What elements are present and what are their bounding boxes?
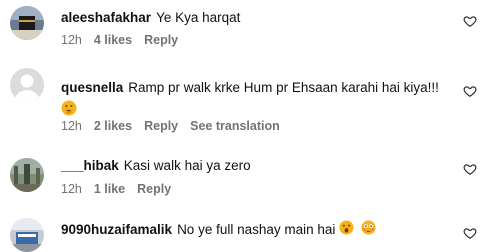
- heart-outline-icon[interactable]: [463, 226, 477, 240]
- comment-meta: 12h 4 likes Reply: [61, 32, 190, 48]
- comment-likes[interactable]: 1 like: [94, 182, 125, 196]
- comment-item: aleeshafakhar Ye Kya harqat 12h 4 likes Rep…: [0, 0, 485, 60]
- astonished-face-icon: [339, 220, 354, 241]
- comment-text: Kasi walk hai ya zero: [123, 158, 251, 173]
- comment-line: quesnella Ramp pr walk krke Hum pr Ehsaan…: [61, 78, 445, 122]
- reply-button[interactable]: Reply: [144, 119, 178, 133]
- comment-time[interactable]: 12h: [61, 119, 82, 133]
- reply-button[interactable]: Reply: [144, 33, 178, 47]
- heart-outline-icon[interactable]: [463, 14, 477, 28]
- comment-line: 9090huzaifamalik No ye full nashay main h…: [61, 220, 445, 241]
- comment-meta: 12h 1 like Reply: [61, 181, 183, 197]
- flushed-face-icon: [361, 220, 376, 241]
- comment-username[interactable]: ___hibak: [61, 158, 119, 173]
- comment-username[interactable]: aleeshafakhar: [61, 10, 151, 25]
- comment-username[interactable]: 9090huzaifamalik: [61, 222, 172, 237]
- comment-item: quesnella Ramp pr walk krke Hum pr Ehsaan…: [0, 60, 485, 140]
- avatar[interactable]: [10, 68, 44, 102]
- see-translation-button[interactable]: See translation: [190, 119, 280, 133]
- comment-time[interactable]: 12h: [61, 182, 82, 196]
- comment-text: Ye Kya harqat: [156, 10, 241, 25]
- comment-item: ___hibak Kasi walk hai ya zero 12h 1 like R…: [0, 140, 485, 206]
- comment-item: 9090huzaifamalik No ye full nashay main h…: [0, 206, 485, 252]
- comment-likes[interactable]: 4 likes: [94, 33, 132, 47]
- avatar[interactable]: [10, 218, 44, 252]
- reply-button[interactable]: Reply: [137, 182, 171, 196]
- comment-meta: 12h 2 likes Reply See translation: [61, 118, 292, 134]
- comment-line: aleeshafakhar Ye Kya harqat: [61, 8, 445, 28]
- comment-text: Ramp pr walk krke Hum pr Ehsaan karahi h…: [128, 80, 439, 95]
- comment-text: No ye full nashay main hai: [177, 222, 336, 238]
- comment-likes[interactable]: 2 likes: [94, 119, 132, 133]
- comment-username[interactable]: quesnella: [61, 80, 123, 95]
- comment-time[interactable]: 12h: [61, 33, 82, 47]
- comment-line: ___hibak Kasi walk hai ya zero: [61, 156, 445, 176]
- heart-outline-icon[interactable]: [463, 162, 477, 176]
- avatar[interactable]: [10, 158, 44, 192]
- avatar[interactable]: [10, 6, 44, 40]
- heart-outline-icon[interactable]: [463, 84, 477, 98]
